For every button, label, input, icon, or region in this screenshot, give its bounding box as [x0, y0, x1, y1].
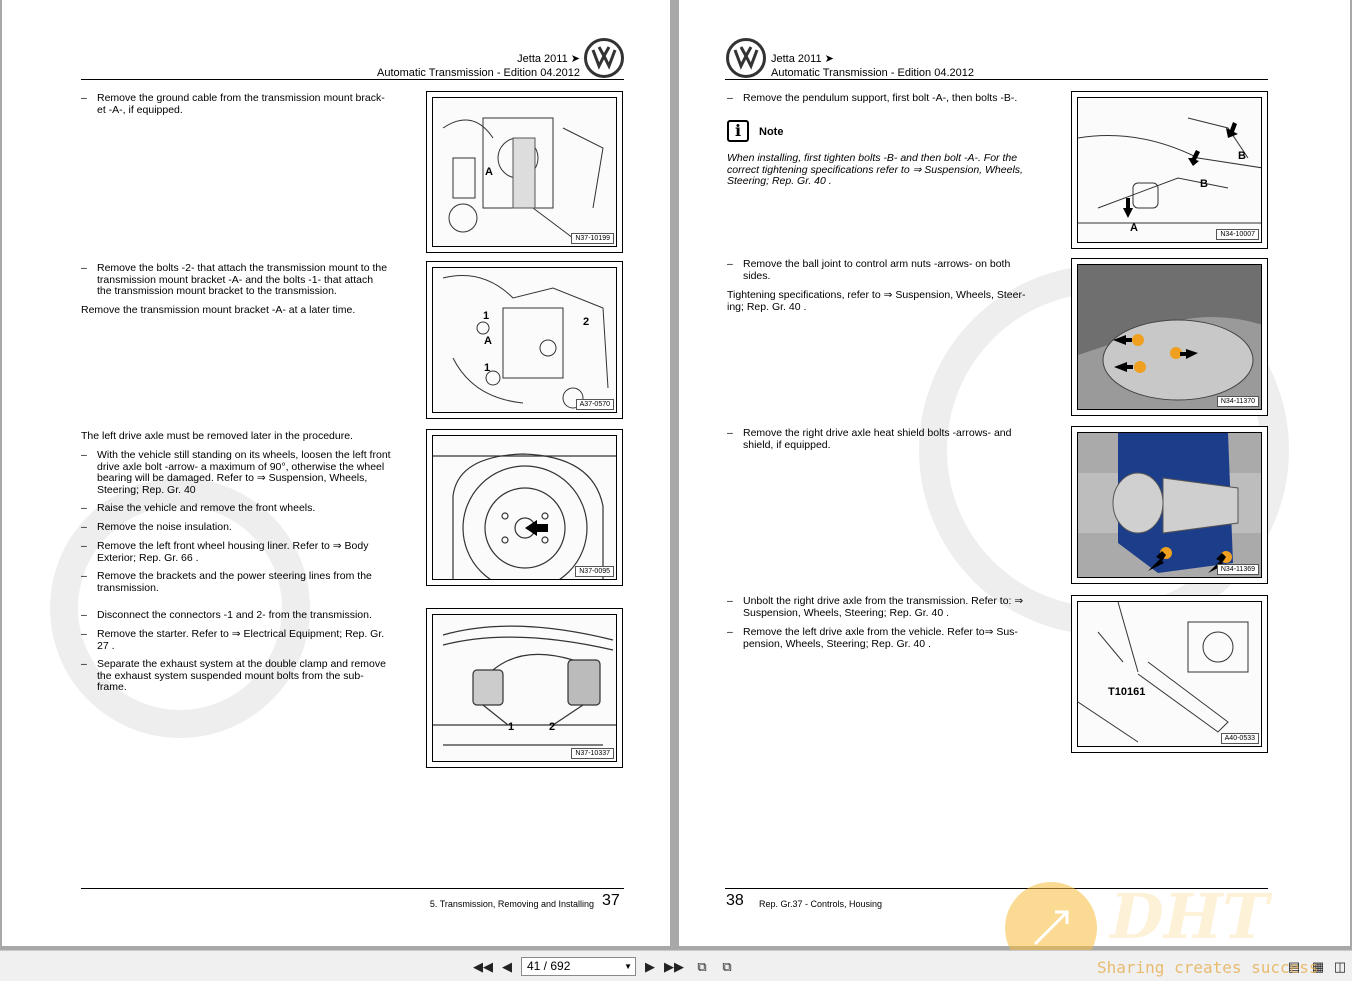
header-subtitle: Automatic Transmission - Edition 04.2012 — [377, 67, 580, 79]
figure-label: N37-10337 — [571, 748, 614, 759]
figure-drive-axle-tool: T10161 A40-0533 — [1071, 595, 1268, 753]
next-page-icon[interactable]: ▶ — [640, 957, 660, 977]
callout-tool: T10161 — [1108, 686, 1146, 698]
plain-text-1: Remove the transmission mount bracket -A… — [81, 304, 356, 316]
callout-b-top: B — [1238, 150, 1246, 162]
figure-ball-joint: N34-11370 — [1071, 258, 1268, 416]
info-icon: i — [727, 120, 749, 142]
plain-text-2: The left drive axle must be removed late… — [81, 430, 353, 442]
page-38: Jetta 2011 ➤ Automatic Transmission - Ed… — [679, 0, 1350, 946]
figure-label: N34-10007 — [1216, 229, 1259, 240]
header-title: Jetta 2011 ➤ — [771, 53, 834, 65]
page-37: Jetta 2011 ➤ Automatic Transmission - Ed… — [2, 0, 670, 946]
callout-2: 2 — [583, 316, 590, 328]
sharing-slogan: Sharing creates success — [1097, 958, 1319, 977]
previous-page-icon[interactable]: ◀ — [497, 957, 517, 977]
footer-section: 5. Transmission, Removing and Installing — [429, 899, 594, 909]
document-viewer[interactable]: Jetta 2011 ➤ Automatic Transmission - Ed… — [0, 0, 1352, 974]
callout-1: 1 — [508, 721, 515, 733]
figure-connectors: 1 2 N37-10337 — [426, 608, 623, 768]
figure-pendulum-support: B B A N34-10007 — [1071, 91, 1268, 249]
note-title: Note — [759, 126, 784, 138]
vw-logo-icon — [726, 38, 766, 78]
callout-1-top: 1 — [483, 310, 490, 322]
figure-transmission-mount-bolts: 1 2 A 1 A37-0570 — [426, 261, 623, 419]
figure-front-wheel: N37-0095 — [426, 429, 623, 586]
callout-a: A — [485, 166, 493, 178]
figure-label: A37-0570 — [575, 399, 614, 410]
figure-label: N34-11370 — [1216, 396, 1259, 407]
figure-transmission-mount-ground: A N37-10199 — [426, 91, 623, 253]
header-rule — [81, 79, 624, 80]
page-number: 37 — [602, 892, 620, 909]
callout-2: 2 — [549, 721, 556, 733]
chevron-down-icon[interactable]: ▼ — [624, 958, 632, 975]
page-number-input[interactable]: 41 / 692 ▼ — [521, 957, 636, 976]
callout-1-bottom: 1 — [484, 362, 491, 374]
footer-rule — [81, 888, 624, 889]
two-page-view-icon[interactable]: ◫ — [1330, 957, 1350, 977]
first-page-icon[interactable]: ◀◀ — [473, 957, 493, 977]
note-text: When installing, first tighten bolts -B-… — [727, 152, 1023, 187]
page-history-forward-icon[interactable]: ⧉ — [717, 957, 737, 977]
figure-label: A40-0533 — [1220, 733, 1259, 744]
plain-text-1: Tightening specifications, refer to ⇒ Su… — [727, 289, 1026, 313]
figure-heat-shield: N34-11369 — [1071, 426, 1268, 584]
page-number: 38 — [726, 892, 744, 909]
figure-label: N37-0095 — [575, 566, 614, 577]
header-rule — [725, 79, 1268, 80]
figure-label: N34-11369 — [1216, 564, 1259, 575]
figure-label: N37-10199 — [571, 233, 614, 244]
page-history-back-icon[interactable]: ⧉ — [692, 957, 712, 977]
last-page-icon[interactable]: ▶▶ — [664, 957, 684, 977]
callout-a: A — [484, 335, 492, 347]
vw-watermark-icon — [50, 478, 310, 738]
header-subtitle: Automatic Transmission - Edition 04.2012 — [771, 67, 974, 79]
header-title: Jetta 2011 ➤ — [517, 53, 580, 65]
footer-section: Rep. Gr.37 - Controls, Housing — [759, 899, 883, 909]
dht-watermark-text: DHT — [1110, 880, 1269, 953]
vw-logo-icon — [584, 38, 624, 78]
callout-b: B — [1200, 178, 1208, 190]
callout-a: A — [1130, 222, 1138, 234]
